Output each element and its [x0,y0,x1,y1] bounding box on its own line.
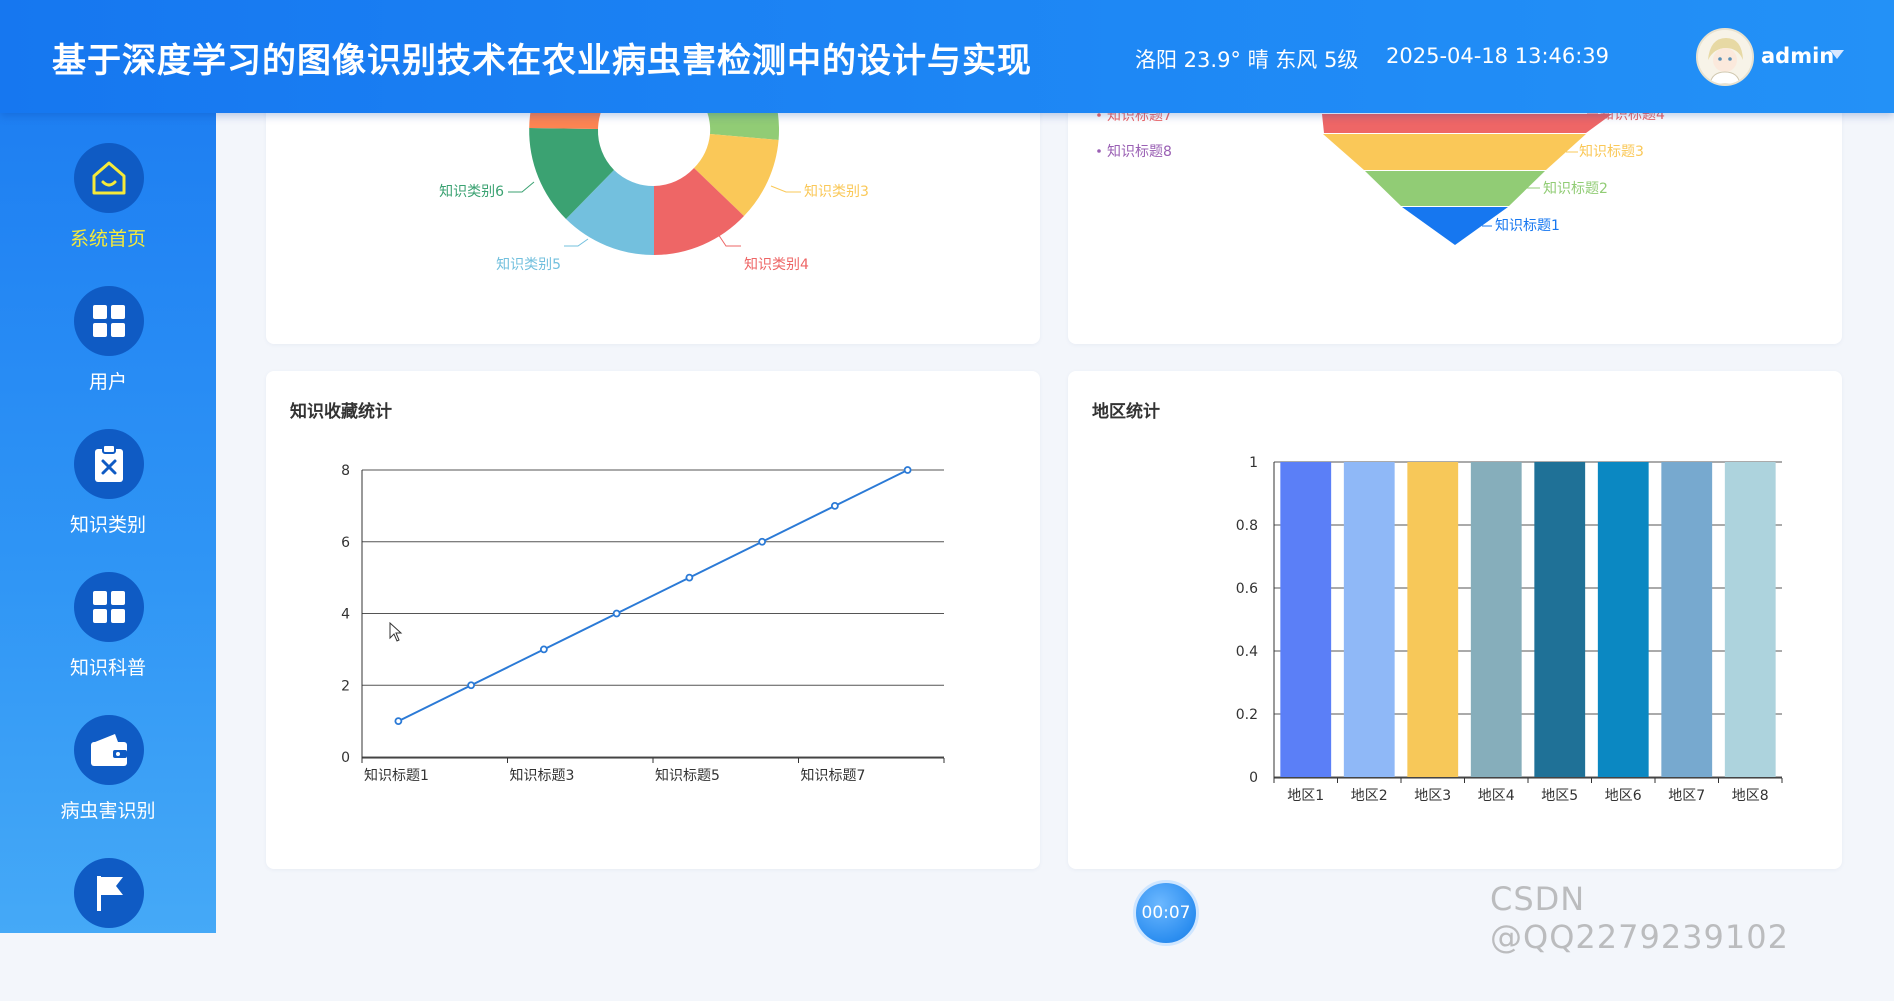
sidebar-item-label: 病虫害识别 [60,800,156,822]
funnel-label: 知识标题1 [1495,217,1560,234]
y-tick-label: 0.6 [1236,581,1258,597]
sidebar-item-label: 知识科普 [69,657,146,679]
funnel-label: 知识标题2 [1543,180,1608,197]
wallet-icon [74,715,144,785]
x-tick-label: 知识标题7 [801,767,866,784]
mouse-cursor-icon [389,622,403,642]
recording-timer[interactable]: 00:07 [1133,880,1199,946]
pie-label: 知识类别4 [744,256,809,273]
y-tick-label: 2 [341,678,350,694]
x-tick-label: 知识标题1 [364,767,429,784]
bar [1724,462,1776,777]
bar [1280,462,1332,777]
data-point [903,466,912,474]
funnel-layer [1365,171,1545,206]
line-chart: 0 2 4 6 8 知识标题1 知识标题3 知识标题5 知识标题7 [341,463,945,784]
data-point [758,537,767,546]
series-line [397,469,909,723]
x-tick-label: 地区8 [1732,788,1769,804]
y-tick-label: 0 [341,750,350,766]
x-tick-label: 知识标题5 [655,767,720,784]
weather-info: 洛阳 23.9° 晴 东风 5级 [1135,48,1359,72]
home-icon [74,143,144,213]
donut-segments [529,5,780,256]
data-point [539,645,548,654]
region-bar-card: 地区统计 0 0.2 0.4 0.6 0.8 1 地区1 地区2 地区3 地区4 地区5 地区6 地区7… [1068,371,1842,869]
pie-label: 知识类别3 [804,183,869,200]
bar [1343,462,1395,777]
pie-label: 知识类别5 [496,256,561,273]
sidebar: 系统首页 用户 知识类别 知识科普 病虫害识别 [0,113,216,933]
funnel-chart: 知识标题7 知识标题8 知识标题4 知识标题3 知识标题2 知识标题1 [1097,106,1665,245]
sidebar-item-knowledge-category[interactable]: 知识类别 [0,429,216,572]
watermark: CSDN @QQ2279239102 [1490,880,1789,956]
funnel-legend: 知识标题7 知识标题8 [1097,107,1172,160]
data-point [685,573,694,582]
y-tick-label: 4 [341,607,350,623]
y-tick-label: 0 [1249,770,1258,786]
favorites-line-card: 知识收藏统计 0 2 4 6 8 知识标题1 知识标题3 知识标题5 知识标题7 [266,371,1040,869]
sidebar-item-users[interactable]: 用户 [0,286,216,429]
data-point [612,609,621,618]
current-datetime: 2025-04-18 13:46:39 [1386,44,1610,68]
flag-icon [74,858,144,928]
bar [1534,462,1586,777]
x-tick-label: 地区4 [1478,788,1515,804]
x-tick-label: 地区6 [1605,788,1642,804]
y-tick-label: 1 [1249,455,1258,471]
x-tick-label: 地区2 [1351,788,1388,804]
bar [1597,462,1649,777]
legend-dot [1097,113,1101,117]
sidebar-item-label: 系统首页 [69,228,146,250]
username[interactable]: admin [1761,44,1834,68]
avatar-image [1698,30,1752,84]
funnel-layer [1402,207,1508,245]
page-title: 基于深度学习的图像识别技术在农业病虫害检测中的设计与实现 [52,41,1032,81]
funnel-layer [1323,134,1586,170]
x-tick-label: 地区1 [1287,788,1324,804]
y-tick-label: 6 [341,535,350,551]
y-tick-label: 8 [341,463,350,479]
grid-icon [74,286,144,356]
funnel-card: 知识标题7 知识标题8 知识标题4 知识标题3 知识标题2 知识标题1 [1068,90,1842,344]
x-tick-label: 地区5 [1541,788,1578,804]
clipboard-x-icon [74,429,144,499]
data-point [830,501,839,510]
funnel-layer [1322,114,1612,133]
funnel-label: 知识标题3 [1579,143,1644,160]
x-tick-label: 地区7 [1668,788,1705,804]
sidebar-item-home[interactable]: 系统首页 [0,143,216,286]
caret-down-icon[interactable] [1830,50,1844,59]
bar [1407,462,1459,777]
sidebar-item-label: 用户 [88,371,127,393]
legend-dot [1097,149,1101,153]
category-pie-card: 知识类别3 知识类别4 知识类别5 知识类别6 [266,5,1040,344]
x-tick-label: 地区3 [1414,788,1451,804]
bar [1470,462,1522,777]
user-avatar[interactable] [1696,28,1754,86]
top-header: 基于深度学习的图像识别技术在农业病虫害检测中的设计与实现 洛阳 23.9° 晴 … [0,0,1894,113]
legend-label: 知识标题8 [1107,143,1172,160]
data-point [467,681,476,690]
grid-icon [74,572,144,642]
y-tick-label: 0.8 [1236,518,1258,534]
sidebar-item-knowledge-science[interactable]: 知识科普 [0,572,216,715]
sidebar-item-pest-recognition[interactable]: 病虫害识别 [0,715,216,858]
y-tick-label: 0.4 [1236,644,1258,660]
donut-chart: 知识类别3 知识类别4 知识类别5 知识类别6 [439,5,869,273]
y-tick-label: 0.2 [1236,707,1258,723]
x-tick-label: 知识标题3 [510,767,575,784]
bar [1661,462,1713,777]
sidebar-item-label: 知识类别 [69,514,146,536]
data-point [394,717,403,726]
bar-chart: 0 0.2 0.4 0.6 0.8 1 地区1 地区2 地区3 地区4 地区5 地区6 地区7 地区8 [1236,455,1783,804]
pie-label: 知识类别6 [439,183,504,200]
sidebar-item-flag[interactable] [0,858,216,1001]
